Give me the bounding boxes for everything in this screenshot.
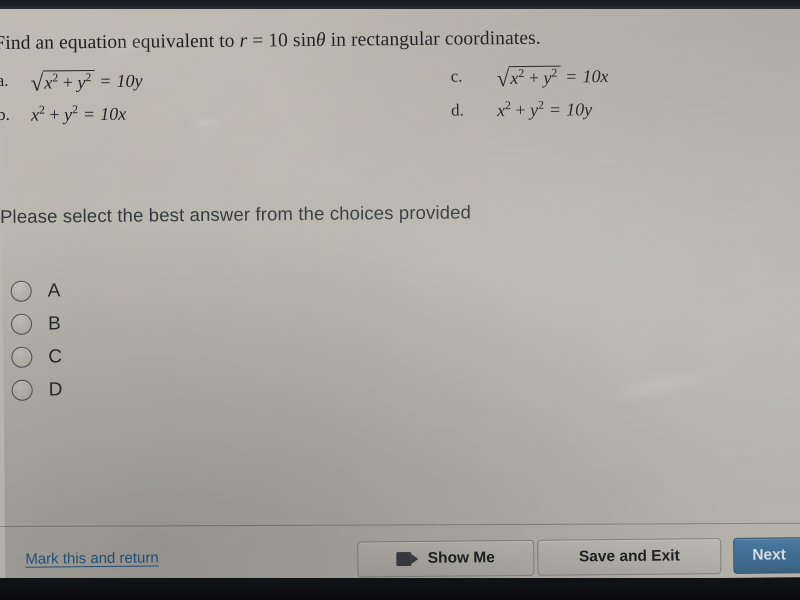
- next-button-label: Next: [752, 546, 786, 564]
- choice-b-equals: =: [83, 104, 95, 125]
- choice-d-equals: =: [549, 99, 561, 120]
- video-camera-icon: [397, 552, 419, 566]
- choice-a-y-exp: 2: [85, 70, 92, 85]
- show-me-button-label: Show Me: [427, 549, 495, 567]
- instruction-text: Please select the best answer from the c…: [0, 201, 472, 227]
- screen-smudge: [602, 360, 716, 411]
- choice-b-x: x: [30, 104, 40, 125]
- answer-option-d[interactable]: D: [11, 373, 63, 406]
- photographed-screen: Find an equation equivalent to r = 10 si…: [0, 0, 800, 600]
- answer-option-d-label: D: [48, 378, 63, 400]
- choice-d: d. x2 + y2 = 10y: [450, 97, 593, 121]
- choice-b: b. x2 + y2 = 10x: [0, 102, 127, 126]
- radio-button-d[interactable]: [11, 379, 33, 401]
- choice-d-letter: d.: [450, 100, 464, 120]
- choice-c-y-exp: 2: [551, 65, 558, 80]
- answer-option-b[interactable]: B: [10, 307, 62, 340]
- choice-b-rhs: 10x: [100, 103, 127, 124]
- choice-d-rhs: 10y: [566, 99, 593, 120]
- choice-a-equals: =: [100, 70, 111, 91]
- answer-option-list: A B C D: [10, 274, 63, 406]
- save-and-exit-button[interactable]: Save and Exit: [537, 538, 722, 576]
- choice-b-equation: x2 + y2 = 10x: [30, 102, 127, 126]
- choice-d-plus: +: [510, 99, 531, 121]
- answer-option-b-label: B: [47, 312, 61, 334]
- choice-a-radicand: x2 + y2: [42, 70, 95, 94]
- choice-c-equals: =: [566, 66, 577, 87]
- radical-sign-a: √ x2 + y2: [30, 70, 95, 96]
- choice-b-lhs: x2 + y2: [30, 102, 79, 125]
- choice-c-equation: √ x2 + y2 = 10x: [496, 65, 609, 92]
- answer-option-c[interactable]: C: [11, 340, 62, 373]
- radio-button-a[interactable]: [10, 280, 32, 302]
- sqrt-glyph-c: √: [496, 66, 510, 92]
- choice-a-equation: √ x2 + y2 = 10y: [30, 70, 143, 96]
- choice-c-letter: c.: [450, 66, 463, 86]
- show-me-button[interactable]: Show Me: [357, 539, 535, 578]
- choice-a-y: y: [77, 72, 86, 93]
- choice-b-y-exp: 2: [72, 102, 79, 117]
- choice-c-y: y: [543, 67, 552, 88]
- choice-d-y-exp: 2: [537, 97, 545, 112]
- choice-c-rhs: 10x: [582, 66, 609, 87]
- device-bezel-top: [0, 0, 800, 9]
- screen-content: Find an equation equivalent to r = 10 si…: [0, 0, 800, 585]
- choice-b-plus: +: [44, 104, 65, 125]
- radio-button-c[interactable]: [11, 346, 33, 368]
- next-button[interactable]: Next: [733, 536, 800, 574]
- question-text-suffix: in rectangular coordinates.: [325, 27, 541, 51]
- radio-button-b[interactable]: [10, 313, 33, 335]
- choice-a: a. √ x2 + y2 = 10y: [0, 70, 143, 96]
- choice-d-x: x: [496, 100, 506, 121]
- choice-c: c. √ x2 + y2 = 10x: [450, 65, 609, 92]
- mark-this-and-return-link[interactable]: Mark this and return: [25, 549, 159, 567]
- question-text-prefix: Find an equation equivalent to: [0, 30, 240, 54]
- answer-option-a[interactable]: A: [10, 274, 62, 307]
- choice-a-plus: +: [58, 72, 78, 93]
- radical-sign-c: √ x2 + y2: [496, 65, 561, 92]
- answer-choices: a. √ x2 + y2 = 10y b. x2 + y2 = 10x c. √…: [0, 57, 800, 137]
- save-and-exit-button-label: Save and Exit: [578, 547, 680, 566]
- choice-a-rhs: 10y: [116, 70, 143, 91]
- answer-option-a-label: A: [47, 279, 61, 301]
- device-bezel-bottom: [0, 578, 800, 600]
- choice-c-x: x: [510, 67, 519, 89]
- choice-b-letter: b.: [0, 104, 10, 124]
- screen-surface: Find an equation equivalent to r = 10 si…: [0, 0, 800, 585]
- choice-a-letter: a.: [0, 70, 9, 90]
- choice-d-equation: x2 + y2 = 10y: [496, 97, 593, 121]
- choice-c-radicand: x2 + y2: [508, 65, 561, 90]
- sqrt-glyph-a: √: [30, 70, 44, 96]
- question-variable-r: r: [239, 30, 248, 52]
- choice-d-lhs: x2 + y2: [496, 97, 545, 121]
- question-equation: = 10 sin: [247, 29, 317, 52]
- choice-a-x: x: [44, 72, 53, 93]
- question-prompt: Find an equation equivalent to r = 10 si…: [0, 26, 694, 55]
- choice-c-plus: +: [524, 67, 544, 88]
- answer-option-c-label: C: [48, 345, 63, 367]
